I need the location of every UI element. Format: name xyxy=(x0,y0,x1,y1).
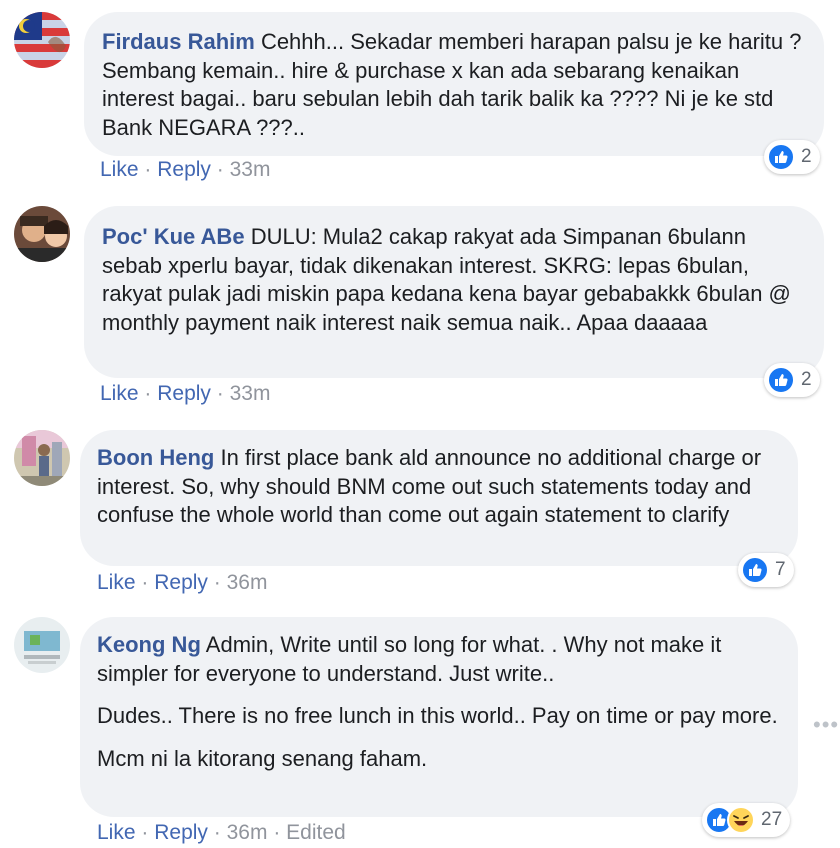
comment-timestamp[interactable]: 36m xyxy=(227,821,268,844)
separator-dot: · xyxy=(144,382,152,405)
reaction-summary[interactable]: 2 xyxy=(764,140,820,174)
like-icon xyxy=(767,143,795,171)
edited-label[interactable]: Edited xyxy=(286,821,346,844)
separator-dot: · xyxy=(141,821,149,844)
comment-bubble: Firdaus Rahim Cehhh... Sekadar memberi h… xyxy=(84,12,824,156)
reply-link[interactable]: Reply xyxy=(157,158,211,181)
reaction-summary[interactable]: 7 xyxy=(738,553,794,587)
reply-link[interactable]: Reply xyxy=(157,382,211,405)
comment-author[interactable]: Boon Heng xyxy=(97,445,214,470)
comment-text: Mcm ni la kitorang senang faham. xyxy=(97,745,428,771)
comment-bubble: Boon Heng In first place bank ald announ… xyxy=(80,430,798,566)
separator-dot: · xyxy=(216,382,224,405)
avatar[interactable] xyxy=(14,206,70,262)
avatar[interactable] xyxy=(14,12,70,68)
reaction-summary[interactable]: 2 xyxy=(764,363,820,397)
like-icon xyxy=(767,366,795,394)
comment-actions: Like · Reply · 33m xyxy=(100,382,270,406)
more-options-icon[interactable]: ••• xyxy=(813,712,839,738)
separator-dot: · xyxy=(213,821,221,844)
comment-actions: Like · Reply · 36m · Edited xyxy=(97,821,346,845)
reaction-count: 27 xyxy=(761,809,783,830)
reaction-count: 2 xyxy=(801,369,812,390)
like-link[interactable]: Like xyxy=(97,571,136,594)
like-icon xyxy=(741,556,769,584)
reaction-summary[interactable]: 27 xyxy=(702,803,791,837)
comment-text: Poc' Kue ABe DULU: Mula2 cakap rakyat ad… xyxy=(102,224,791,335)
haha-icon xyxy=(727,806,755,834)
comment-actions: Like · Reply · 33m xyxy=(100,158,270,182)
separator-dot: · xyxy=(216,158,224,181)
separator-dot: · xyxy=(213,571,221,594)
like-link[interactable]: Like xyxy=(100,158,139,181)
separator-dot: · xyxy=(273,821,281,844)
reaction-count: 7 xyxy=(775,559,786,580)
reaction-count: 2 xyxy=(801,146,812,167)
avatar[interactable] xyxy=(14,617,70,673)
comment-author[interactable]: Keong Ng xyxy=(97,632,201,657)
comment-bubble: Poc' Kue ABe DULU: Mula2 cakap rakyat ad… xyxy=(84,206,824,378)
comment-actions: Like · Reply · 36m xyxy=(97,571,267,595)
separator-dot: · xyxy=(144,158,152,181)
like-link[interactable]: Like xyxy=(97,821,136,844)
comment-bubble: Keong Ng Admin, Write until so long for … xyxy=(80,617,798,817)
comment-timestamp[interactable]: 33m xyxy=(230,158,271,181)
comment-author[interactable]: Firdaus Rahim xyxy=(102,29,255,54)
comment-text: Firdaus Rahim Cehhh... Sekadar memberi h… xyxy=(102,29,802,140)
comment-timestamp[interactable]: 36m xyxy=(227,571,268,594)
separator-dot: · xyxy=(141,571,149,594)
comment-text: Keong Ng Admin, Write until so long for … xyxy=(97,632,722,686)
comment-timestamp[interactable]: 33m xyxy=(230,382,271,405)
comment-author[interactable]: Poc' Kue ABe xyxy=(102,224,245,249)
avatar[interactable] xyxy=(14,430,70,486)
reply-link[interactable]: Reply xyxy=(154,571,208,594)
comment-text: Dudes.. There is no free lunch in this w… xyxy=(97,703,778,728)
comment-text: Boon Heng In first place bank ald announ… xyxy=(97,445,762,527)
reply-link[interactable]: Reply xyxy=(154,821,208,844)
like-link[interactable]: Like xyxy=(100,382,139,405)
